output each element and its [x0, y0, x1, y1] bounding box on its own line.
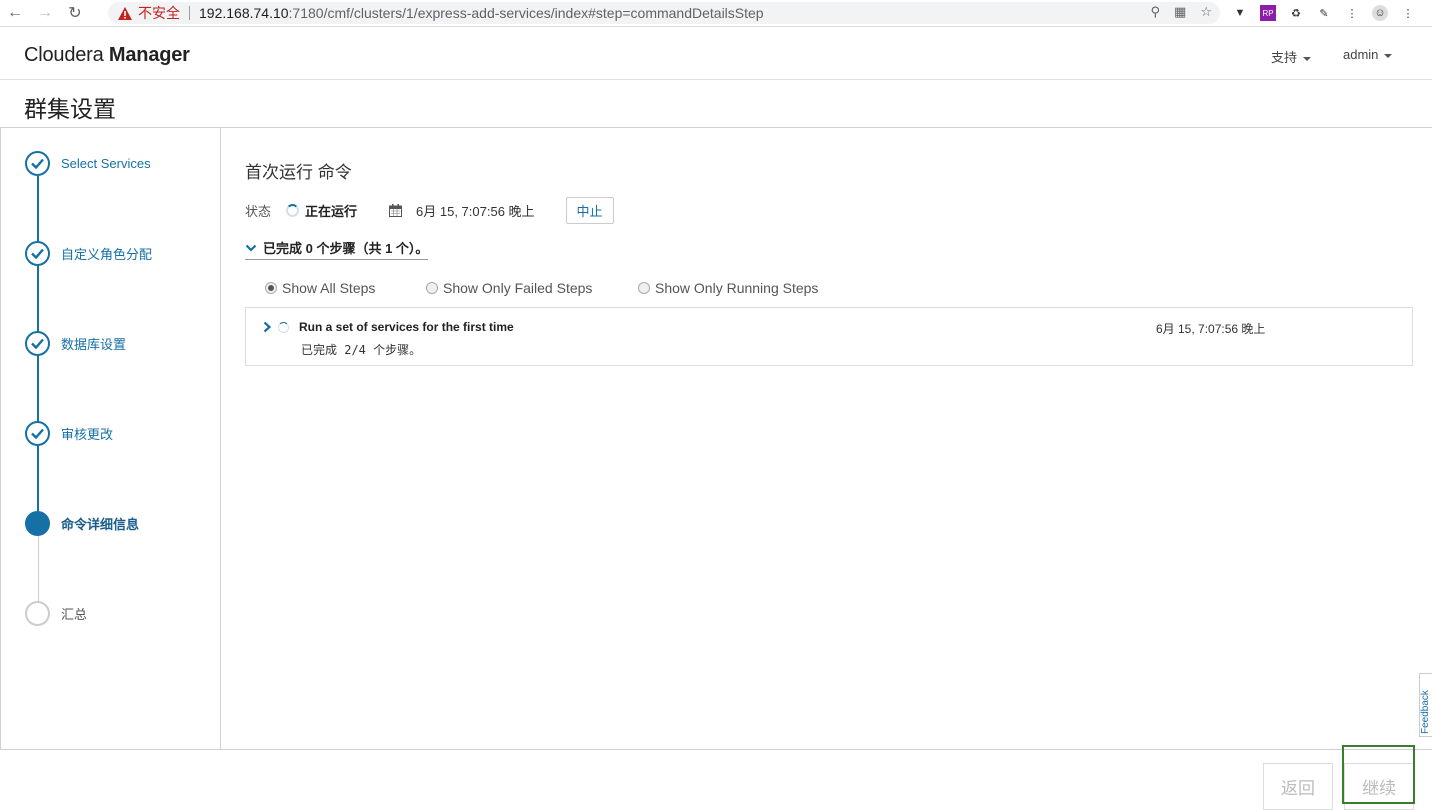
support-label: 支持	[1271, 50, 1298, 65]
check-icon	[25, 421, 50, 446]
puzzle-extension-icon[interactable]: ♻	[1288, 5, 1304, 21]
wizard-step-database[interactable]: 数据库设置	[25, 331, 126, 356]
wizard-sidebar: Select Services 自定义角色分配 数据库设置 审核更改 命令详细信…	[0, 128, 221, 749]
check-icon	[25, 331, 50, 356]
url-host: 192.168.74.10	[199, 5, 289, 21]
back-button[interactable]: 返回	[1263, 763, 1333, 810]
active-step-icon	[25, 511, 50, 536]
filter-label: Show All Steps	[282, 280, 376, 296]
key-icon[interactable]: ⚲	[1151, 4, 1161, 20]
user-label: admin	[1343, 47, 1379, 62]
star-icon[interactable]: ☆	[1200, 4, 1212, 20]
check-icon	[25, 241, 50, 266]
continue-button[interactable]: 继续	[1344, 763, 1414, 810]
app-header: Cloudera Manager 支持 admin	[0, 28, 1432, 80]
status-label: 状态	[245, 203, 272, 219]
filter-all-steps[interactable]: Show All Steps	[265, 280, 426, 296]
wizard-step-label: 审核更改	[61, 427, 114, 442]
steps-summary-toggle[interactable]: 已完成 0 个步骤（共 1 个）。	[245, 238, 429, 260]
url-path: :7180/cmf/clusters/1/express-add-service…	[288, 5, 764, 21]
filter-label: Show Only Running Steps	[655, 280, 819, 296]
wizard-step-summary: 汇总	[25, 601, 87, 626]
address-bar[interactable]: 不安全 192.168.74.10 :7180/cmf/clusters/1/e…	[108, 2, 1220, 24]
page-title: 群集设置	[24, 96, 116, 122]
forward-arrow-icon[interactable]: →	[30, 0, 60, 27]
abort-button[interactable]: 中止	[565, 196, 614, 224]
chevron-right-icon[interactable]	[262, 321, 272, 333]
wizard-step-select-services[interactable]: Select Services	[25, 151, 151, 176]
wizard-step-label: 自定义角色分配	[61, 247, 153, 262]
caret-down-icon	[1384, 53, 1393, 58]
wizard-step-label: 汇总	[61, 607, 88, 622]
command-step-time: 6月 15, 7:07:56 晚上	[1156, 322, 1266, 336]
tool-extension-icon[interactable]: ✎	[1316, 5, 1332, 21]
wizard-step-review[interactable]: 审核更改	[25, 421, 113, 446]
check-icon	[25, 151, 50, 176]
rp-extension-icon[interactable]: RP	[1260, 5, 1276, 21]
calendar-icon	[389, 203, 403, 217]
command-step-name[interactable]: Run a set of services for the first time	[299, 320, 514, 334]
support-menu[interactable]: 支持	[1271, 47, 1312, 66]
wizard-step-label: Select Services	[61, 156, 151, 171]
radio-checked-icon[interactable]	[265, 282, 277, 294]
filter-label: Show Only Failed Steps	[443, 280, 593, 296]
spinner-icon	[286, 203, 300, 217]
caret-down-icon	[1303, 56, 1312, 61]
step-filter-group: Show All Steps Show Only Failed Steps Sh…	[265, 280, 818, 296]
vue-extension-icon[interactable]: ▼	[1232, 5, 1248, 21]
back-arrow-icon[interactable]: ←	[0, 0, 30, 27]
translate-icon[interactable]: ▦	[1174, 4, 1186, 20]
status-row: 状态 正在运行 6月 15, 7:07:56 晚上 中止	[245, 196, 614, 224]
wizard-step-label: 命令详细信息	[61, 517, 140, 532]
steps-summary-text: 已完成 0 个步骤（共 1 个）。	[263, 241, 429, 256]
brand-bold: Manager	[108, 44, 190, 66]
command-title: 首次运行 命令	[245, 163, 352, 182]
start-time: 6月 15, 7:07:56 晚上	[416, 203, 535, 219]
wizard-footer: 返回 继续	[0, 749, 1432, 810]
menu-dots-icon[interactable]: ⋮	[1344, 5, 1360, 21]
filter-failed-steps[interactable]: Show Only Failed Steps	[426, 280, 638, 296]
wizard-step-role-assignment[interactable]: 自定义角色分配	[25, 241, 152, 266]
radio-icon[interactable]	[426, 282, 438, 294]
omnibox-separator	[189, 6, 190, 20]
feedback-label: Feedback	[1420, 690, 1431, 734]
command-step-list: Run a set of services for the first time…	[245, 307, 1413, 366]
wizard-step-command-details: 命令详细信息	[25, 511, 139, 536]
command-step-progress: 已完成 2/4 个步骤。	[301, 343, 422, 357]
filter-running-steps[interactable]: Show Only Running Steps	[638, 280, 818, 296]
pending-step-icon	[25, 601, 50, 626]
status-value: 正在运行	[305, 203, 358, 219]
spinner-icon	[278, 321, 289, 333]
radio-icon[interactable]	[638, 282, 650, 294]
user-menu[interactable]: admin	[1343, 47, 1393, 62]
reload-icon[interactable]: ↻	[60, 0, 90, 27]
insecure-label: 不安全	[138, 5, 180, 21]
command-details-panel: 首次运行 命令 状态 正在运行 6月 15, 7:07:56 晚上 中止 已完成…	[221, 128, 1432, 749]
chevron-down-icon	[245, 244, 257, 252]
feedback-tab[interactable]: Feedback	[1419, 673, 1432, 737]
command-step-row[interactable]: Run a set of services for the first time	[262, 320, 514, 334]
brand-light: Cloudera	[24, 44, 109, 66]
brand-logo[interactable]: Cloudera Manager	[24, 44, 190, 67]
browser-toolbar: ← → ↻ 不安全 192.168.74.10 :7180/cmf/cluste…	[0, 0, 1432, 27]
wizard-step-label: 数据库设置	[61, 337, 127, 352]
warning-icon	[118, 6, 132, 20]
profile-avatar-icon[interactable]: ☺	[1372, 5, 1388, 21]
chrome-menu-icon[interactable]: ⋮	[1400, 5, 1416, 21]
